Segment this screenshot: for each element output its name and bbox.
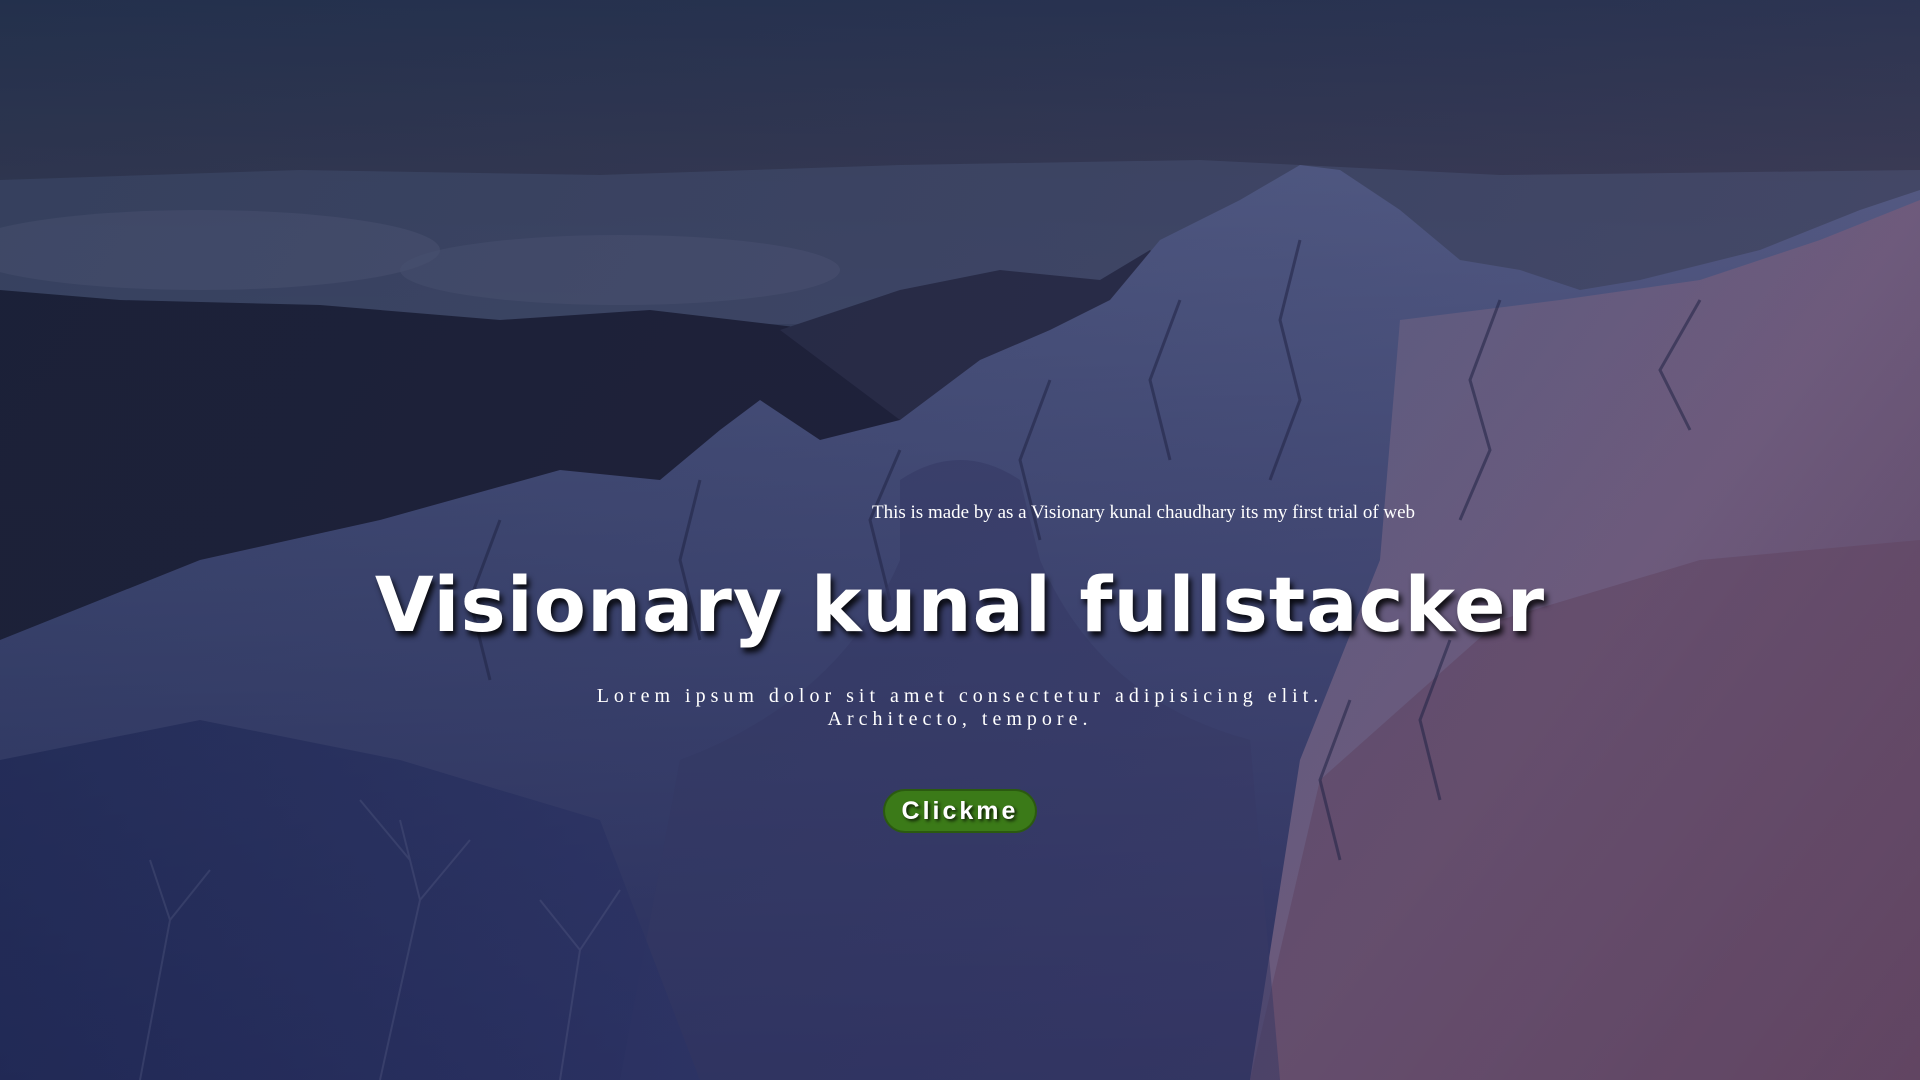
hero-description-line-2: Architecto, tempore. <box>827 708 1093 730</box>
hero-section: This is made by as a Visionary kunal cha… <box>0 0 1920 1080</box>
dark-overlay <box>0 0 1920 1080</box>
marquee: This is made by as a Visionary kunal cha… <box>872 498 1440 528</box>
hero-description: Lorem ipsum dolor sit amet consectetur a… <box>460 685 1460 731</box>
clickme-button[interactable]: Clickme <box>885 791 1035 831</box>
page-title: Visionary kunal fullstacker <box>374 560 1546 649</box>
hero-description-line-1: Lorem ipsum dolor sit amet consectetur a… <box>596 685 1324 707</box>
marquee-text: This is made by as a Visionary kunal cha… <box>872 502 1416 523</box>
